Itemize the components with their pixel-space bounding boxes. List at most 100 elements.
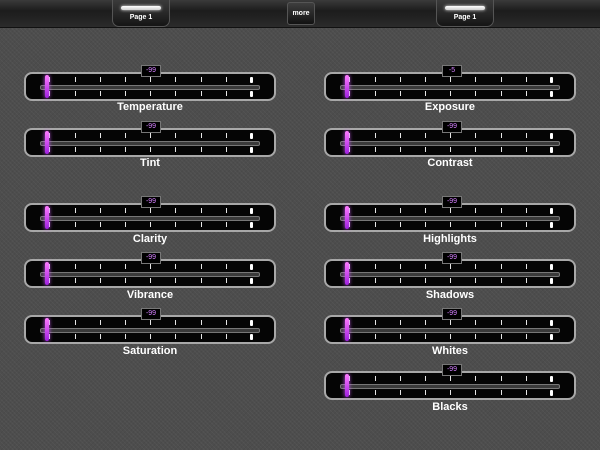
slider-label: Exposure bbox=[424, 101, 476, 113]
slider-tick bbox=[75, 264, 76, 269]
slider-tick bbox=[125, 91, 126, 96]
slider-tick bbox=[226, 222, 227, 227]
slider-thumb[interactable] bbox=[345, 262, 349, 285]
slider-tick bbox=[375, 208, 376, 213]
slider-tick bbox=[400, 390, 401, 395]
slider-tick bbox=[175, 208, 176, 213]
slider-thumb[interactable] bbox=[45, 262, 49, 285]
slider-track bbox=[40, 141, 260, 146]
slider-tick bbox=[150, 320, 151, 325]
slider-tick bbox=[475, 208, 476, 213]
slider-tick bbox=[501, 320, 502, 325]
slider-track bbox=[340, 272, 560, 277]
slider-tick bbox=[526, 278, 527, 283]
slider-tick bbox=[49, 264, 50, 269]
slider-label: Saturation bbox=[122, 345, 178, 357]
page-tab-right[interactable]: Page 1 bbox=[436, 0, 494, 27]
slider-tick bbox=[49, 320, 50, 325]
slider-tick bbox=[175, 222, 176, 227]
slider-tick bbox=[150, 147, 151, 152]
slider-tick bbox=[349, 208, 350, 213]
slider-track bbox=[40, 272, 260, 277]
slider-tick bbox=[125, 77, 126, 82]
slider-tick bbox=[400, 77, 401, 82]
slider-tick bbox=[125, 278, 126, 283]
slider-tick bbox=[450, 91, 451, 96]
slider-tick bbox=[201, 278, 202, 283]
slider-thumb[interactable] bbox=[45, 75, 49, 98]
value-badge: -5 bbox=[442, 65, 462, 77]
slider-tick bbox=[125, 222, 126, 227]
slider-tick bbox=[49, 334, 50, 339]
slider-tick bbox=[349, 133, 350, 138]
more-button[interactable]: more bbox=[287, 2, 315, 25]
slider-tick bbox=[49, 147, 50, 152]
slider-thumb[interactable] bbox=[345, 131, 349, 154]
slider-tick bbox=[526, 208, 527, 213]
slider-tick bbox=[49, 133, 50, 138]
slider-tick bbox=[550, 320, 553, 326]
slider-tick bbox=[375, 264, 376, 269]
slider-tick bbox=[49, 278, 50, 283]
slider-tick bbox=[75, 208, 76, 213]
slider-tick bbox=[475, 147, 476, 152]
slider-tick bbox=[425, 147, 426, 152]
slider-tick bbox=[526, 222, 527, 227]
slider-tick bbox=[349, 77, 350, 82]
slider-label: Temperature bbox=[117, 101, 183, 113]
slider-tick bbox=[400, 376, 401, 381]
top-toolbar: Page 1 more Page 1 bbox=[0, 0, 600, 28]
value-badge: -99 bbox=[141, 65, 161, 77]
slider-tick bbox=[250, 133, 253, 139]
value-badge: -99 bbox=[442, 308, 462, 320]
slider-tick bbox=[501, 91, 502, 96]
slider-tick bbox=[349, 147, 350, 152]
slider-tick bbox=[501, 390, 502, 395]
slider-tick bbox=[475, 278, 476, 283]
slider-label: Clarity bbox=[132, 233, 168, 245]
slider-tick bbox=[226, 133, 227, 138]
slider-tick bbox=[400, 320, 401, 325]
slider-tick bbox=[150, 91, 151, 96]
slider-tick bbox=[450, 278, 451, 283]
slider-tick bbox=[425, 278, 426, 283]
slider-tick bbox=[450, 222, 451, 227]
slider-tick bbox=[150, 278, 151, 283]
slider-tick bbox=[425, 376, 426, 381]
slider-thumb[interactable] bbox=[345, 206, 349, 229]
slider-tick bbox=[100, 208, 101, 213]
slider-tick bbox=[400, 264, 401, 269]
slider-tick bbox=[100, 222, 101, 227]
slider-tick bbox=[250, 208, 253, 214]
page-tab-left[interactable]: Page 1 bbox=[112, 0, 170, 27]
slider-thumb[interactable] bbox=[45, 131, 49, 154]
slider-tick bbox=[501, 208, 502, 213]
slider-tick bbox=[501, 77, 502, 82]
slider-tick bbox=[125, 320, 126, 325]
slider-tick bbox=[526, 91, 527, 96]
slider-tick bbox=[425, 320, 426, 325]
slider-tick bbox=[201, 222, 202, 227]
slider-tick bbox=[75, 91, 76, 96]
slider-tick bbox=[475, 264, 476, 269]
slider-tick bbox=[375, 147, 376, 152]
slider-thumb[interactable] bbox=[345, 75, 349, 98]
value-badge: -99 bbox=[442, 196, 462, 208]
slider-tick bbox=[400, 334, 401, 339]
slider-tick bbox=[100, 278, 101, 283]
slider-tick bbox=[450, 334, 451, 339]
slider-tick bbox=[425, 264, 426, 269]
slider-tick bbox=[175, 77, 176, 82]
slider-tick bbox=[250, 222, 253, 228]
slider-tick bbox=[550, 278, 553, 284]
tab-indicator-bar bbox=[445, 6, 485, 10]
slider-thumb[interactable] bbox=[345, 374, 349, 397]
slider-thumb[interactable] bbox=[345, 318, 349, 341]
slider-tick bbox=[550, 222, 553, 228]
slider-thumb[interactable] bbox=[45, 318, 49, 341]
slider-tick bbox=[526, 334, 527, 339]
slider-tick bbox=[450, 390, 451, 395]
slider-thumb[interactable] bbox=[45, 206, 49, 229]
slider-tick bbox=[250, 278, 253, 284]
value-badge: -99 bbox=[141, 121, 161, 133]
